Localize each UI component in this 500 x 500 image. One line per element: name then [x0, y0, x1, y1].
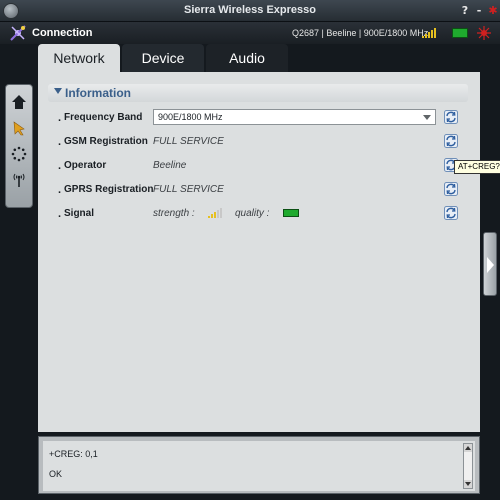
console-scrollbar[interactable] — [463, 443, 473, 489]
signal-row: . Signal strength : quality : — [52, 204, 472, 224]
connection-icon[interactable] — [9, 24, 27, 42]
scroll-down-icon[interactable] — [464, 480, 472, 488]
loading-icon — [11, 146, 27, 162]
chevron-right-icon — [487, 257, 494, 273]
gprs-registration-label: GPRS Registration — [64, 184, 154, 195]
minimize-button[interactable]: - — [472, 3, 486, 18]
quality-label: quality : — [235, 208, 270, 219]
command-tooltip: AT+CREG? — [454, 160, 500, 174]
tab-audio[interactable]: Audio — [206, 44, 288, 72]
frequency-band-select[interactable]: 900E/1800 MHz — [153, 109, 436, 125]
gsm-registration-row: . GSM Registration FULL SERVICE — [52, 132, 472, 152]
battery-icon — [452, 28, 468, 38]
scroll-up-icon[interactable] — [464, 444, 472, 452]
bullet: . — [58, 208, 62, 220]
connection-label: Connection — [32, 27, 93, 39]
connection-info: Q2687 | Beeline | 900E/1800 MHz — [292, 28, 429, 38]
operator-label: Operator — [64, 160, 107, 171]
antenna-icon — [13, 173, 25, 187]
nav-antenna-button[interactable] — [9, 169, 29, 191]
nav-loading-button[interactable] — [9, 143, 29, 165]
console-frame: +CREG: 0,1 OK — [38, 436, 480, 494]
refresh-icon[interactable] — [444, 206, 458, 220]
tab-network[interactable]: Network — [38, 44, 120, 72]
frequency-band-label: Frequency Band — [64, 112, 143, 123]
pointer-icon — [13, 121, 25, 136]
chevron-down-icon[interactable] — [423, 115, 431, 120]
at-console[interactable]: +CREG: 0,1 OK — [43, 441, 475, 491]
nav-home-button[interactable] — [9, 91, 29, 113]
expand-right-button[interactable] — [483, 232, 497, 296]
network-status-icon[interactable] — [477, 26, 491, 40]
window-title: Sierra Wireless Expresso — [184, 4, 316, 16]
gprs-registration-value: FULL SERVICE — [153, 184, 224, 195]
help-button[interactable]: ? — [458, 3, 472, 18]
operator-value: Beeline — [153, 160, 187, 171]
gprs-registration-row: . GPRS Registration FULL SERVICE — [52, 180, 472, 200]
bullet: . — [58, 184, 62, 196]
tab-bar: Network Device Audio — [38, 44, 488, 72]
nav-pointer-button[interactable] — [9, 117, 29, 139]
tab-device[interactable]: Device — [122, 44, 204, 72]
signal-strength-icon — [208, 208, 222, 218]
bullet: . — [58, 112, 62, 124]
gsm-registration-value: FULL SERVICE — [153, 136, 224, 147]
home-icon — [12, 95, 26, 109]
signal-strength-icon — [422, 28, 436, 38]
refresh-icon[interactable] — [444, 134, 458, 148]
strength-label: strength : — [153, 208, 195, 219]
connection-bar: Connection Q2687 | Beeline | 900E/1800 M… — [0, 22, 500, 44]
frequency-band-row: . Frequency Band 900E/1800 MHz — [52, 108, 472, 128]
left-nav — [5, 84, 33, 208]
frequency-band-value: 900E/1800 MHz — [158, 112, 223, 122]
network-panel: Information . Frequency Band 900E/1800 M… — [38, 72, 480, 432]
app-window: Sierra Wireless Expresso ? - ✱ Connectio… — [0, 0, 500, 500]
information-section-header[interactable]: Information — [48, 84, 468, 102]
close-button[interactable]: ✱ — [486, 3, 500, 18]
quality-indicator — [283, 209, 299, 217]
collapse-arrow-icon — [54, 88, 62, 94]
operator-row: . Operator Beeline — [52, 156, 472, 176]
signal-label: Signal — [64, 208, 95, 219]
title-bar: Sierra Wireless Expresso ? - ✱ — [0, 0, 500, 22]
section-title: Information — [65, 86, 131, 100]
refresh-icon[interactable] — [444, 110, 458, 124]
refresh-icon[interactable] — [444, 182, 458, 196]
bullet: . — [58, 160, 62, 172]
bullet: . — [58, 136, 62, 148]
console-line: OK — [49, 469, 63, 479]
console-line: +CREG: 0,1 — [49, 449, 98, 459]
gsm-registration-label: GSM Registration — [64, 136, 148, 147]
